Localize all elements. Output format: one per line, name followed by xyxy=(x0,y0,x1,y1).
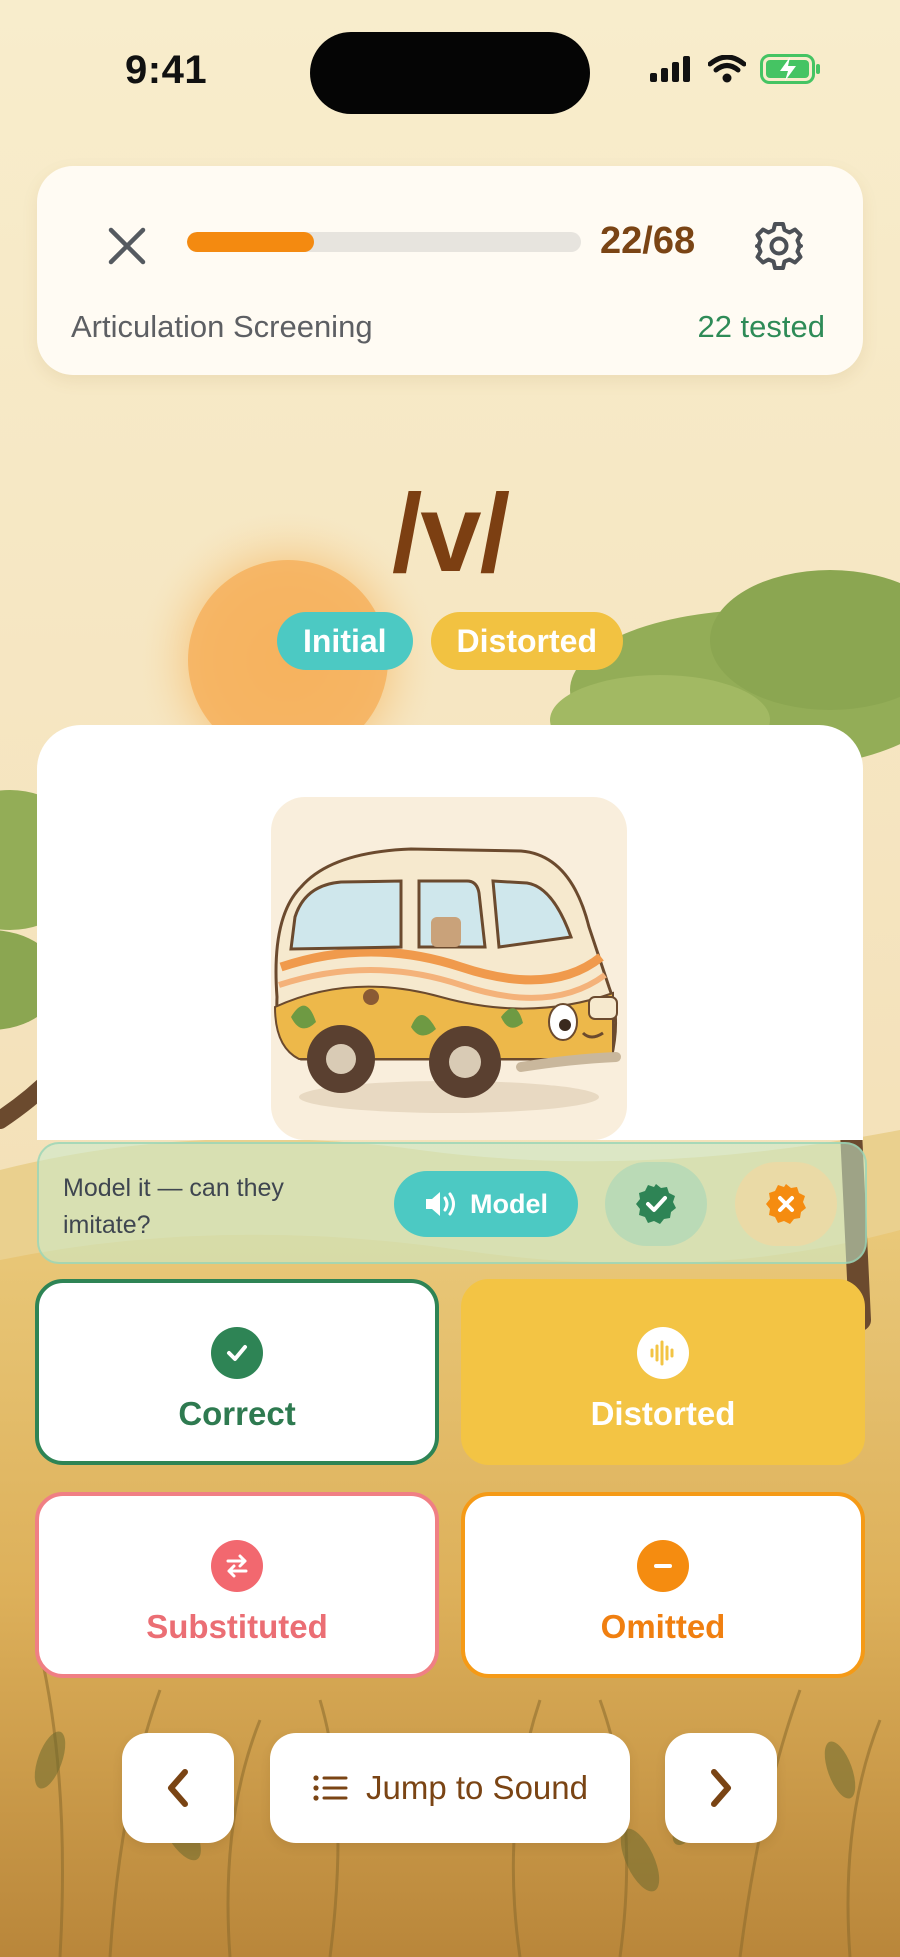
chevron-right-icon xyxy=(711,1769,731,1807)
dynamic-island xyxy=(310,32,590,114)
waveform-icon xyxy=(637,1327,689,1379)
close-button[interactable] xyxy=(97,216,157,276)
status-icons xyxy=(650,54,822,84)
position-tag: Initial xyxy=(276,612,413,670)
score-omitted-button[interactable]: Omitted xyxy=(461,1492,865,1678)
van-illustration xyxy=(273,847,621,1113)
minus-icon xyxy=(637,1540,689,1592)
score-correct-label: Correct xyxy=(178,1395,296,1432)
score-correct-button[interactable]: Correct xyxy=(35,1279,439,1465)
gear-icon xyxy=(755,222,803,270)
stimulus-card xyxy=(37,725,863,1140)
x-badge-icon xyxy=(766,1184,806,1224)
list-icon xyxy=(313,1775,348,1801)
progress-fill xyxy=(187,232,315,252)
score-omitted-label: Omitted xyxy=(600,1608,726,1645)
jump-to-sound-button[interactable]: Jump to Sound xyxy=(270,1733,630,1843)
jump-to-sound-label: Jump to Sound xyxy=(366,1769,588,1806)
model-button-label: Model xyxy=(470,1188,548,1219)
stimulus-image-frame xyxy=(271,797,627,1140)
screen-title: Articulation Screening xyxy=(71,309,373,344)
target-phoneme: /v/ xyxy=(391,472,510,595)
session-header-card: 22/68 Articulation Screening 22 tested xyxy=(37,166,863,375)
check-badge-icon xyxy=(636,1184,676,1224)
progress-bar xyxy=(187,232,581,252)
battery-charging-icon xyxy=(760,54,820,84)
score-distorted-label: Distorted xyxy=(590,1395,736,1432)
signal-icon xyxy=(650,56,690,82)
model-button[interactable]: Model xyxy=(394,1171,578,1237)
swap-icon xyxy=(211,1540,263,1592)
close-icon xyxy=(108,227,146,265)
target-tags: Initial Distorted xyxy=(0,612,900,670)
model-bar: Model it — can they imitate? Model xyxy=(37,1142,867,1264)
status-tag: Distorted xyxy=(430,612,623,670)
speaker-icon xyxy=(426,1192,455,1216)
next-button[interactable] xyxy=(665,1733,777,1843)
score-substituted-button[interactable]: Substituted xyxy=(35,1492,439,1678)
progress-count: 22/68 xyxy=(600,220,696,262)
status-bar: 9:41 xyxy=(0,0,900,150)
status-time: 9:41 xyxy=(125,48,208,92)
check-icon xyxy=(211,1327,263,1379)
model-prompt: Model it — can they imitate? xyxy=(63,1174,284,1239)
score-substituted-label: Substituted xyxy=(146,1608,328,1645)
tested-count: 22 tested xyxy=(697,309,825,344)
score-distorted-button[interactable]: Distorted xyxy=(461,1279,865,1465)
settings-button[interactable] xyxy=(749,216,809,276)
previous-button[interactable] xyxy=(122,1733,234,1843)
imitated-button[interactable] xyxy=(605,1162,707,1246)
chevron-left-icon xyxy=(168,1769,188,1807)
not-imitated-button[interactable] xyxy=(735,1162,837,1246)
wifi-icon xyxy=(708,55,746,83)
